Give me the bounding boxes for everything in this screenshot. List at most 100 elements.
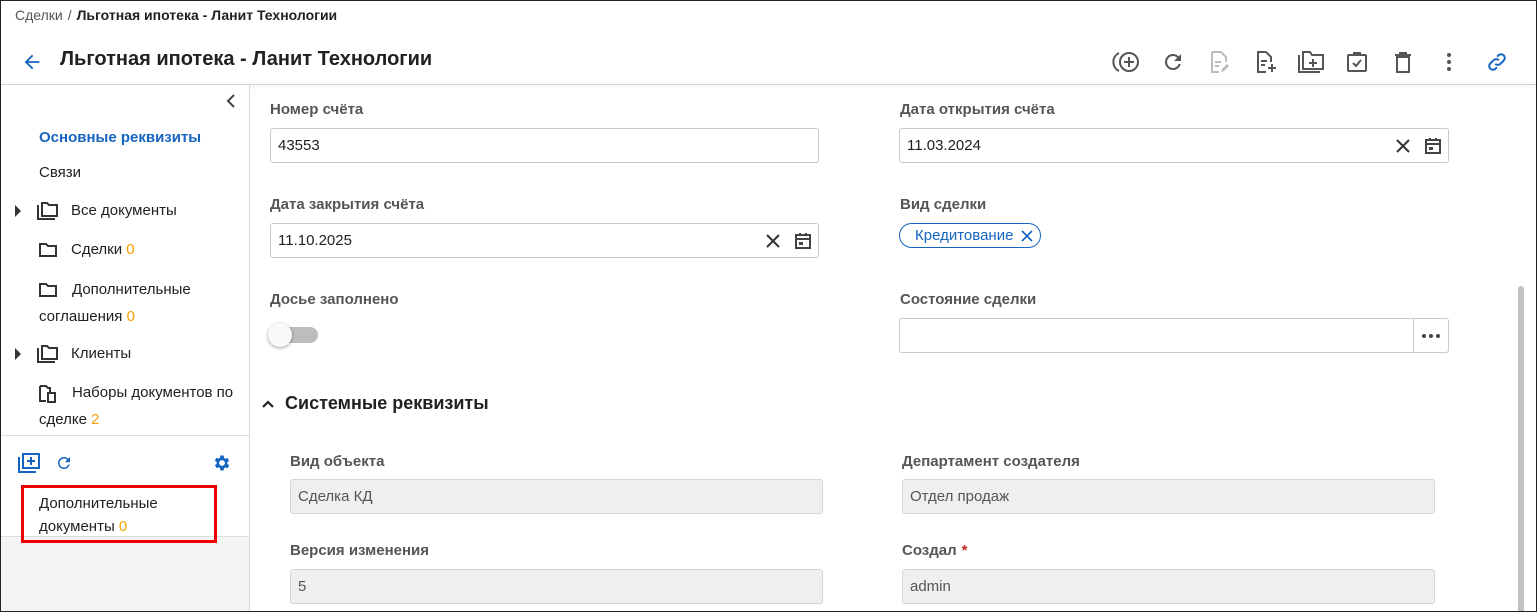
system-requisites-title: Системные реквизиты	[285, 393, 489, 413]
sidebar-item-label: Клиенты	[71, 345, 132, 362]
app-window: Сделки / Льготная ипотека - Ланит Технол…	[0, 0, 1537, 612]
deal-state-label: Состояние сделки	[900, 291, 1037, 308]
collapse-sidebar-button[interactable]	[221, 91, 241, 111]
breadcrumb-current: Льготная ипотека - Ланит Технологии	[76, 7, 338, 23]
required-mark: *	[961, 542, 968, 559]
creator-department-value: Отдел продаж	[910, 488, 1010, 505]
account-number-input[interactable]: 43553	[270, 128, 819, 163]
breadcrumb-root-link[interactable]: Сделки	[15, 7, 63, 23]
sidebar-item-label: Сделки	[71, 241, 123, 258]
sidebar-item-main-requisites[interactable]: Основные реквизиты	[39, 129, 201, 146]
toggle-knob	[268, 323, 292, 347]
created-by-label-text: Создал	[902, 542, 957, 559]
sidebar-item-clients[interactable]: Клиенты	[1, 344, 249, 366]
edit-document-button[interactable]	[1196, 45, 1242, 79]
sidebar-footer	[1, 536, 249, 611]
sidebar-item-additional-agreements[interactable]: Дополнительные соглашения 0	[1, 280, 249, 330]
add-folder-icon	[18, 453, 40, 473]
clear-open-date-button[interactable]	[1388, 129, 1418, 162]
account-open-date-label: Дата открытия счёта	[900, 101, 1055, 118]
task-check-icon	[1347, 52, 1367, 72]
close-icon	[1021, 229, 1033, 242]
object-type-label: Вид объекта	[290, 453, 385, 470]
sidebar-divider	[1, 435, 249, 436]
version-field: 5	[290, 569, 823, 604]
tasks-button[interactable]	[1334, 45, 1380, 79]
edit-document-icon	[1211, 51, 1229, 73]
sidebar-refresh-button[interactable]	[52, 451, 76, 475]
open-date-calendar-button[interactable]	[1418, 129, 1448, 162]
sidebar-item-label: Дополнительные соглашения	[39, 281, 191, 325]
system-requisites-toggle[interactable]: Системные реквизиты	[261, 393, 489, 414]
toolbar	[1104, 45, 1520, 79]
expand-arrow-icon[interactable]	[14, 348, 22, 360]
version-value: 5	[298, 578, 307, 595]
folder-icon	[39, 243, 57, 257]
account-close-date-value: 11.10.2025	[278, 232, 352, 249]
account-close-date-label: Дата закрытия счёта	[270, 196, 425, 213]
folders-icon	[37, 345, 58, 363]
calendar-icon	[795, 232, 811, 249]
new-document-icon	[1257, 51, 1276, 73]
add-folder-button[interactable]	[1288, 45, 1334, 79]
refresh-icon	[1164, 53, 1181, 70]
sidebar-item-links[interactable]: Связи	[39, 164, 81, 181]
deal-state-select-button[interactable]	[1413, 319, 1448, 352]
delete-button[interactable]	[1380, 45, 1426, 79]
creator-department-label: Департамент создателя	[902, 453, 1080, 470]
delete-icon	[1395, 52, 1411, 73]
account-close-date-input[interactable]: 11.10.2025	[270, 223, 819, 258]
sidebar-item-label: Все документы	[71, 202, 177, 219]
main-scrollbar-thumb[interactable]	[1518, 286, 1524, 611]
sidebar-bottom-toolbar	[1, 451, 249, 481]
gear-icon	[214, 455, 230, 471]
chevron-left-icon	[226, 94, 235, 108]
sidebar-add-folder-button[interactable]	[17, 451, 41, 475]
add-related-button[interactable]	[1104, 45, 1150, 79]
refresh-button[interactable]	[1150, 45, 1196, 79]
expand-arrow-icon[interactable]	[14, 205, 22, 217]
folders-icon	[37, 202, 58, 220]
deals-count: 0	[126, 241, 135, 258]
close-date-calendar-button[interactable]	[788, 224, 818, 257]
object-type-field: Сделка КД	[290, 479, 823, 514]
add-circle-icon	[1112, 52, 1139, 72]
dossier-filled-label: Досье заполнено	[270, 291, 399, 308]
additional-documents-count: 0	[118, 518, 128, 535]
more-button[interactable]	[1426, 45, 1472, 79]
copy-link-button[interactable]	[1474, 45, 1520, 79]
creator-department-field: Отдел продаж	[902, 479, 1435, 514]
dossier-filled-toggle[interactable]	[268, 323, 320, 347]
object-type-value: Сделка КД	[298, 488, 373, 505]
document-sets-count: 2	[91, 411, 100, 428]
new-document-button[interactable]	[1242, 45, 1288, 79]
refresh-icon	[57, 457, 70, 469]
sidebar-item-label: Наборы документов по сделке	[39, 384, 234, 428]
agreements-count: 0	[126, 308, 135, 325]
account-open-date-input[interactable]: 11.03.2024	[899, 128, 1449, 163]
deal-state-input[interactable]	[899, 318, 1449, 353]
calendar-icon	[1425, 137, 1441, 154]
chevron-up-icon	[262, 399, 274, 408]
close-icon	[766, 233, 780, 248]
back-button[interactable]	[19, 49, 45, 75]
sidebar-settings-button[interactable]	[210, 451, 234, 475]
close-icon	[1396, 138, 1410, 153]
arrow-left-icon	[24, 54, 40, 70]
created-by-label: Создал *	[902, 542, 968, 559]
page-title: Льготная ипотека - Ланит Технологии	[60, 48, 433, 70]
sidebar-item-all-documents[interactable]: Все документы	[1, 201, 249, 223]
deal-type-label: Вид сделки	[900, 196, 987, 213]
add-folder-icon	[1298, 51, 1324, 73]
created-by-field: admin	[902, 569, 1435, 604]
remove-deal-type-button[interactable]	[1020, 229, 1034, 243]
more-vertical-icon	[1447, 53, 1451, 71]
account-open-date-value: 11.03.2024	[907, 137, 981, 154]
sidebar-item-deals[interactable]: Сделки 0	[1, 240, 249, 262]
sidebar: Основные реквизиты Связи Все документы С…	[1, 85, 250, 611]
deal-type-chip-label: Кредитование	[915, 227, 1014, 244]
sidebar-item-additional-documents[interactable]: Дополнительные документы 0	[21, 485, 217, 543]
clear-close-date-button[interactable]	[758, 224, 788, 257]
version-label: Версия изменения	[290, 542, 429, 559]
sidebar-item-document-sets[interactable]: Наборы документов по сделке 2	[1, 383, 249, 433]
